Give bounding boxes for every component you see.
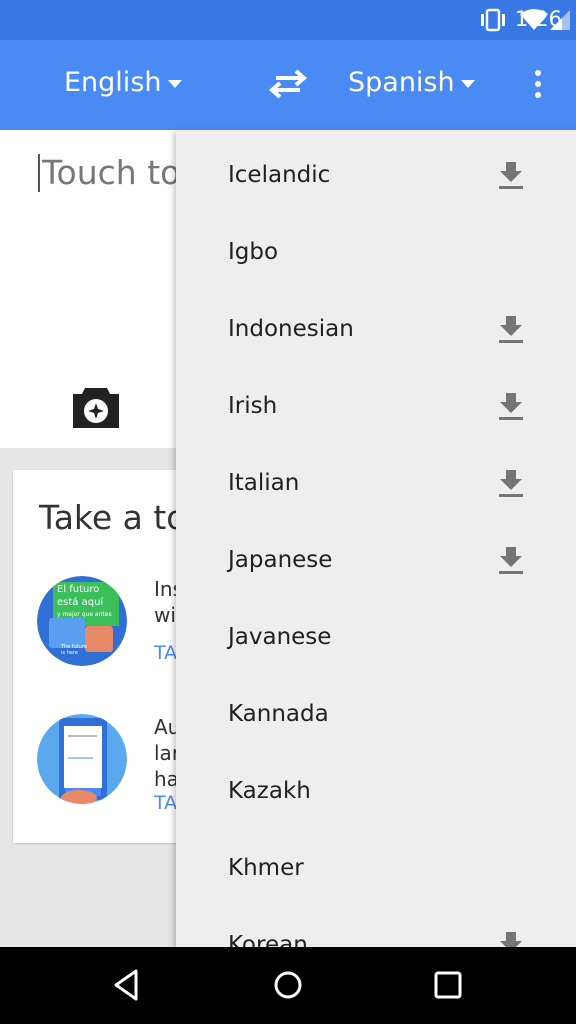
language-item[interactable]: Japanese <box>176 515 576 592</box>
source-language-selector[interactable]: English <box>64 67 182 98</box>
language-item[interactable]: Kazakh <box>176 746 576 823</box>
language-dropdown[interactable]: Icelandic Igbo Indonesian Irish Italian … <box>176 130 576 947</box>
language-item[interactable]: Kannada <box>176 669 576 746</box>
tour-thumbnail-image: The future is here El futuro está aquí y… <box>37 576 127 666</box>
vibrate-icon <box>478 8 508 36</box>
download-icon[interactable] <box>498 391 524 421</box>
download-icon[interactable] <box>498 545 524 575</box>
svg-text:is here: is here <box>61 650 78 656</box>
language-label: Igbo <box>228 239 279 265</box>
dropdown-caret-icon <box>460 79 475 88</box>
language-item[interactable]: Italian <box>176 438 576 515</box>
tour-item-link[interactable]: TA <box>154 792 177 814</box>
language-item[interactable]: Igbo <box>176 207 576 284</box>
download-icon[interactable] <box>498 468 524 498</box>
source-language-label: English <box>64 67 162 98</box>
navigation-bar <box>0 947 576 1024</box>
target-language-selector[interactable]: Spanish <box>348 67 475 98</box>
dropdown-caret-icon <box>167 79 182 88</box>
tour-thumbnail-image <box>37 714 127 804</box>
status-time: 1:26 <box>514 7 562 31</box>
back-icon[interactable] <box>110 967 146 1003</box>
language-label: Korean <box>228 932 308 947</box>
language-label: Khmer <box>228 855 304 881</box>
language-item[interactable]: Irish <box>176 361 576 438</box>
recents-icon[interactable] <box>430 967 466 1003</box>
language-label: Kazakh <box>228 778 311 804</box>
language-label: Japanese <box>228 547 333 573</box>
download-icon[interactable] <box>498 930 524 947</box>
home-icon[interactable] <box>270 967 306 1003</box>
language-label: Indonesian <box>228 316 354 342</box>
thumb-text-line-2: está aquí <box>57 596 104 608</box>
status-bar: 1:26 <box>0 0 576 40</box>
input-placeholder[interactable]: Touch to <box>38 154 180 192</box>
language-item[interactable]: Javanese <box>176 592 576 669</box>
target-language-label: Spanish <box>348 67 455 98</box>
language-item[interactable]: Korean <box>176 900 576 947</box>
tour-title: Take a to <box>39 498 187 537</box>
language-label: Irish <box>228 393 278 419</box>
thumb-text-line-3: y mejor que antes <box>57 611 112 618</box>
download-icon[interactable] <box>498 160 524 190</box>
language-item[interactable]: Indonesian <box>176 284 576 361</box>
camera-icon[interactable] <box>71 386 121 430</box>
app-bar: English Spanish <box>0 40 576 130</box>
thumb-text-line-1: El futuro <box>57 584 99 595</box>
more-vert-icon[interactable] <box>524 70 552 100</box>
swap-icon[interactable] <box>268 68 308 100</box>
language-label: Icelandic <box>228 162 331 188</box>
language-item[interactable]: Khmer <box>176 823 576 900</box>
language-item[interactable]: Icelandic <box>176 130 576 207</box>
language-label: Kannada <box>228 701 329 727</box>
language-label: Javanese <box>228 624 332 650</box>
download-icon[interactable] <box>498 314 524 344</box>
language-label: Italian <box>228 470 300 496</box>
tour-item-link[interactable]: TA <box>154 642 177 664</box>
